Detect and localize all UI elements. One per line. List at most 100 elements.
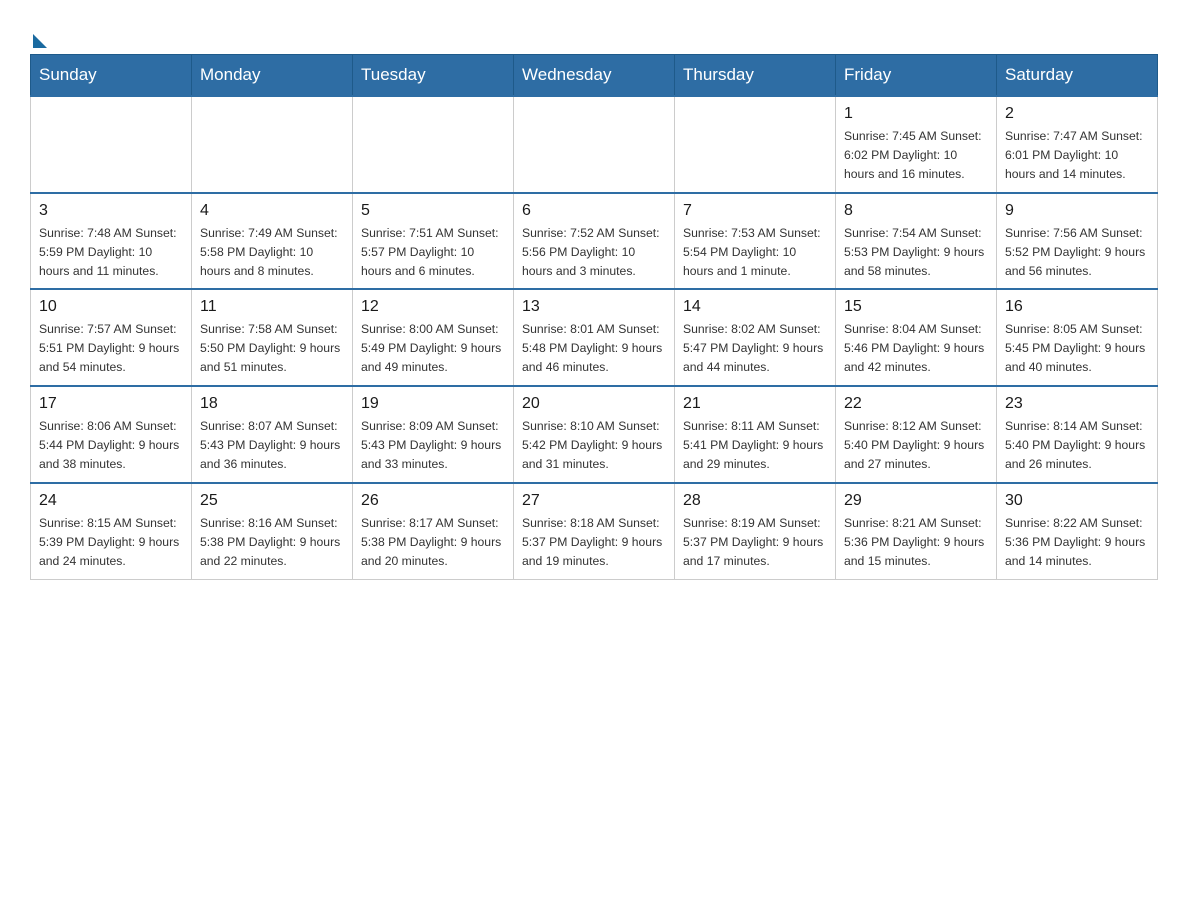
calendar-cell: 7 Sunrise: 7:53 AM Sunset: 5:54 PM Daylig… — [675, 193, 836, 290]
day-number: 4 — [200, 202, 344, 220]
calendar-cell: 5 Sunrise: 7:51 AM Sunset: 5:57 PM Daylig… — [353, 193, 514, 290]
calendar-cell: 24 Sunrise: 8:15 AM Sunset: 5:39 PM Dayli… — [31, 483, 192, 579]
day-info: Sunrise: 7:52 AM Sunset: 5:56 PM Dayligh… — [522, 224, 666, 281]
day-number: 7 — [683, 202, 827, 220]
day-info: Sunrise: 7:47 AM Sunset: 6:01 PM Dayligh… — [1005, 127, 1149, 184]
day-number: 11 — [200, 298, 344, 316]
day-info: Sunrise: 8:15 AM Sunset: 5:39 PM Dayligh… — [39, 514, 183, 571]
day-number: 22 — [844, 395, 988, 413]
calendar-cell: 19Sunrise: 8:09 AM Sunset: 5:43 PM Dayli… — [353, 386, 514, 483]
day-number: 9 — [1005, 202, 1149, 220]
day-number: 5 — [361, 202, 505, 220]
day-number: 26 — [361, 492, 505, 510]
calendar-cell: 30 Sunrise: 8:22 AM Sunset: 5:36 PM Dayli… — [997, 483, 1158, 579]
calendar-cell: 13 Sunrise: 8:01 AM Sunset: 5:48 PM Dayli… — [514, 289, 675, 386]
day-info: Sunrise: 8:05 AM Sunset: 5:45 PM Dayligh… — [1005, 320, 1149, 377]
calendar-cell: 21 Sunrise: 8:11 AM Sunset: 5:41 PM Dayli… — [675, 386, 836, 483]
day-info: Sunrise: 8:02 AM Sunset: 5:47 PM Dayligh… — [683, 320, 827, 377]
day-number: 27 — [522, 492, 666, 510]
calendar-header-wednesday: Wednesday — [514, 55, 675, 97]
calendar-cell: 3 Sunrise: 7:48 AM Sunset: 5:59 PM Daylig… — [31, 193, 192, 290]
calendar-cell: 18 Sunrise: 8:07 AM Sunset: 5:43 PM Dayli… — [192, 386, 353, 483]
day-info: Sunrise: 8:12 AM Sunset: 5:40 PM Dayligh… — [844, 417, 988, 474]
day-info: Sunrise: 7:45 AM Sunset: 6:02 PM Dayligh… — [844, 127, 988, 184]
day-info: Sunrise: 8:14 AM Sunset: 5:40 PM Dayligh… — [1005, 417, 1149, 474]
day-info: Sunrise: 7:49 AM Sunset: 5:58 PM Dayligh… — [200, 224, 344, 281]
calendar-cell — [353, 96, 514, 193]
day-info: Sunrise: 7:56 AM Sunset: 5:52 PM Dayligh… — [1005, 224, 1149, 281]
day-number: 20 — [522, 395, 666, 413]
calendar-cell: 11 Sunrise: 7:58 AM Sunset: 5:50 PM Dayli… — [192, 289, 353, 386]
day-number: 30 — [1005, 492, 1149, 510]
day-number: 10 — [39, 298, 183, 316]
logo-general-text — [30, 30, 47, 48]
day-number: 18 — [200, 395, 344, 413]
day-number: 14 — [683, 298, 827, 316]
calendar-cell: 25 Sunrise: 8:16 AM Sunset: 5:38 PM Dayli… — [192, 483, 353, 579]
calendar-week-2: 3 Sunrise: 7:48 AM Sunset: 5:59 PM Daylig… — [31, 193, 1158, 290]
day-info: Sunrise: 7:51 AM Sunset: 5:57 PM Dayligh… — [361, 224, 505, 281]
calendar-cell: 15 Sunrise: 8:04 AM Sunset: 5:46 PM Dayli… — [836, 289, 997, 386]
day-number: 15 — [844, 298, 988, 316]
calendar-cell: 29Sunrise: 8:21 AM Sunset: 5:36 PM Dayli… — [836, 483, 997, 579]
day-info: Sunrise: 8:17 AM Sunset: 5:38 PM Dayligh… — [361, 514, 505, 571]
day-info: Sunrise: 8:07 AM Sunset: 5:43 PM Dayligh… — [200, 417, 344, 474]
calendar-header-friday: Friday — [836, 55, 997, 97]
calendar-cell: 6 Sunrise: 7:52 AM Sunset: 5:56 PM Daylig… — [514, 193, 675, 290]
calendar-cell: 8 Sunrise: 7:54 AM Sunset: 5:53 PM Daylig… — [836, 193, 997, 290]
calendar-cell: 2Sunrise: 7:47 AM Sunset: 6:01 PM Daylig… — [997, 96, 1158, 193]
calendar-cell: 28Sunrise: 8:19 AM Sunset: 5:37 PM Dayli… — [675, 483, 836, 579]
day-info: Sunrise: 7:54 AM Sunset: 5:53 PM Dayligh… — [844, 224, 988, 281]
day-info: Sunrise: 8:16 AM Sunset: 5:38 PM Dayligh… — [200, 514, 344, 571]
day-info: Sunrise: 8:04 AM Sunset: 5:46 PM Dayligh… — [844, 320, 988, 377]
calendar-table: SundayMondayTuesdayWednesdayThursdayFrid… — [30, 54, 1158, 580]
calendar-cell: 27 Sunrise: 8:18 AM Sunset: 5:37 PM Dayli… — [514, 483, 675, 579]
day-number: 16 — [1005, 298, 1149, 316]
day-number: 28 — [683, 492, 827, 510]
day-number: 17 — [39, 395, 183, 413]
day-number: 25 — [200, 492, 344, 510]
calendar-header-saturday: Saturday — [997, 55, 1158, 97]
calendar-week-1: 1 Sunrise: 7:45 AM Sunset: 6:02 PM Daylig… — [31, 96, 1158, 193]
day-number: 12 — [361, 298, 505, 316]
day-number: 13 — [522, 298, 666, 316]
day-info: Sunrise: 8:00 AM Sunset: 5:49 PM Dayligh… — [361, 320, 505, 377]
calendar-cell — [192, 96, 353, 193]
calendar-header-thursday: Thursday — [675, 55, 836, 97]
calendar-header-row: SundayMondayTuesdayWednesdayThursdayFrid… — [31, 55, 1158, 97]
day-number: 19 — [361, 395, 505, 413]
day-info: Sunrise: 8:22 AM Sunset: 5:36 PM Dayligh… — [1005, 514, 1149, 571]
day-info: Sunrise: 8:18 AM Sunset: 5:37 PM Dayligh… — [522, 514, 666, 571]
logo — [30, 30, 47, 44]
day-number: 23 — [1005, 395, 1149, 413]
calendar-cell: 9 Sunrise: 7:56 AM Sunset: 5:52 PM Daylig… — [997, 193, 1158, 290]
calendar-cell: 17Sunrise: 8:06 AM Sunset: 5:44 PM Dayli… — [31, 386, 192, 483]
day-number: 21 — [683, 395, 827, 413]
day-info: Sunrise: 7:48 AM Sunset: 5:59 PM Dayligh… — [39, 224, 183, 281]
calendar-week-5: 24 Sunrise: 8:15 AM Sunset: 5:39 PM Dayli… — [31, 483, 1158, 579]
calendar-cell: 26 Sunrise: 8:17 AM Sunset: 5:38 PM Dayli… — [353, 483, 514, 579]
calendar-header-sunday: Sunday — [31, 55, 192, 97]
day-info: Sunrise: 7:57 AM Sunset: 5:51 PM Dayligh… — [39, 320, 183, 377]
day-number: 8 — [844, 202, 988, 220]
calendar-header-tuesday: Tuesday — [353, 55, 514, 97]
calendar-cell: 20Sunrise: 8:10 AM Sunset: 5:42 PM Dayli… — [514, 386, 675, 483]
calendar-cell: 16 Sunrise: 8:05 AM Sunset: 5:45 PM Dayli… — [997, 289, 1158, 386]
day-info: Sunrise: 8:11 AM Sunset: 5:41 PM Dayligh… — [683, 417, 827, 474]
calendar-week-4: 17Sunrise: 8:06 AM Sunset: 5:44 PM Dayli… — [31, 386, 1158, 483]
day-number: 29 — [844, 492, 988, 510]
day-number: 24 — [39, 492, 183, 510]
calendar-cell: 23 Sunrise: 8:14 AM Sunset: 5:40 PM Dayli… — [997, 386, 1158, 483]
day-info: Sunrise: 7:53 AM Sunset: 5:54 PM Dayligh… — [683, 224, 827, 281]
day-number: 1 — [844, 105, 988, 123]
logo-arrow-icon — [33, 34, 47, 48]
calendar-cell: 14 Sunrise: 8:02 AM Sunset: 5:47 PM Dayli… — [675, 289, 836, 386]
calendar-cell — [514, 96, 675, 193]
day-number: 6 — [522, 202, 666, 220]
day-number: 3 — [39, 202, 183, 220]
calendar-cell: 12 Sunrise: 8:00 AM Sunset: 5:49 PM Dayli… — [353, 289, 514, 386]
day-info: Sunrise: 7:58 AM Sunset: 5:50 PM Dayligh… — [200, 320, 344, 377]
calendar-cell: 10 Sunrise: 7:57 AM Sunset: 5:51 PM Dayli… — [31, 289, 192, 386]
day-info: Sunrise: 8:01 AM Sunset: 5:48 PM Dayligh… — [522, 320, 666, 377]
calendar-cell: 4 Sunrise: 7:49 AM Sunset: 5:58 PM Daylig… — [192, 193, 353, 290]
